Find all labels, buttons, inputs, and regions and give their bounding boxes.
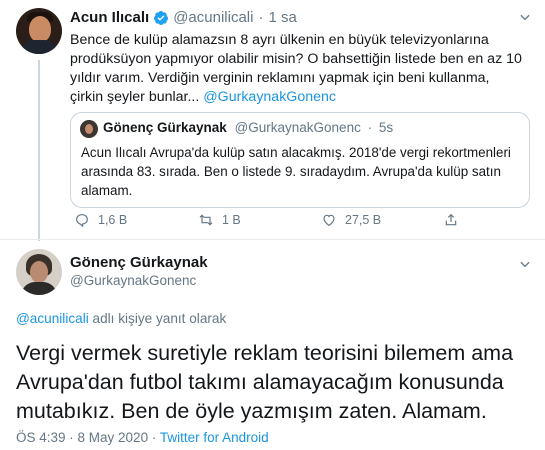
share-icon — [445, 213, 457, 226]
heart-icon — [323, 214, 335, 227]
like-button[interactable]: 27,5 B — [321, 212, 381, 228]
quoted-tweet-header: Gönenç Gürkaynak @GurkaynakGonenc · 5s — [103, 120, 393, 135]
reply-context: @acunilicali adlı kişiye yanıt olarak — [16, 311, 226, 326]
tweet-meta: ÖS 4:39 · 8 May 2020 · Twitter for Andro… — [16, 430, 269, 445]
thread-line — [38, 60, 40, 241]
quoted-tweet-text: Acun Ilıcalı Avrupa'da kulüp satın alaca… — [81, 145, 511, 198]
reply-button[interactable]: 1,6 B — [74, 212, 127, 228]
separator-dot: · — [148, 430, 160, 445]
author-handle[interactable]: @GurkaynakGonenc — [70, 273, 196, 288]
tweet-acun[interactable]: Acun Ilıcalı @acunilicali · 1 sa Bence d… — [0, 0, 545, 241]
quoted-author-name: Gönenç Gürkaynak — [103, 120, 227, 135]
reply-mention-link[interactable]: @acunilicali — [16, 311, 89, 326]
mention-link[interactable]: @GurkaynakGonenc — [203, 89, 336, 105]
tweet-time[interactable]: 1 sa — [268, 9, 296, 26]
separator-dot: · — [65, 430, 78, 445]
chevron-down-icon[interactable] — [518, 10, 532, 24]
verified-badge-icon — [154, 10, 169, 25]
tweet-actions: 1,6 B 1 B 27,5 B — [70, 212, 470, 232]
tweet-source-link[interactable]: Twitter for Android — [160, 430, 269, 445]
separator-dot: · — [367, 120, 373, 135]
retweet-icon — [199, 214, 213, 226]
tweet-text: Bence de kulüp alamazsın 8 ayrı ülkenin … — [70, 31, 522, 107]
share-button[interactable] — [443, 212, 467, 228]
reply-count: 1,6 B — [98, 213, 128, 227]
reply-context-label: adlı kişiye yanıt olarak — [88, 311, 227, 326]
tweet-header: Acun Ilıcalı @acunilicali · 1 sa — [70, 9, 297, 26]
divider — [0, 239, 545, 240]
author-name[interactable]: Acun Ilıcalı — [70, 9, 149, 26]
avatar[interactable] — [16, 249, 62, 295]
tweet-text: Vergi vermek suretiyle reklam teorisini … — [16, 341, 514, 423]
avatar[interactable] — [16, 8, 62, 54]
reply-icon — [76, 214, 88, 228]
avatar — [80, 120, 98, 138]
tweet-time[interactable]: ÖS 4:39 — [16, 430, 66, 445]
retweet-count: 1 B — [222, 213, 241, 227]
chevron-down-icon[interactable] — [518, 257, 532, 271]
quoted-author-handle: @GurkaynakGonenc — [234, 120, 361, 135]
tweet-date[interactable]: 8 May 2020 — [78, 430, 149, 445]
author-name[interactable]: Gönenç Gürkaynak — [70, 254, 208, 271]
author-handle[interactable]: @acunilicali — [173, 9, 253, 26]
quoted-tweet-time: 5s — [378, 120, 394, 135]
like-count: 27,5 B — [345, 213, 382, 227]
separator-dot: · — [258, 9, 264, 26]
retweet-button[interactable]: 1 B — [198, 212, 241, 228]
quoted-tweet[interactable]: Gönenç Gürkaynak @GurkaynakGonenc · 5s A… — [70, 112, 530, 208]
